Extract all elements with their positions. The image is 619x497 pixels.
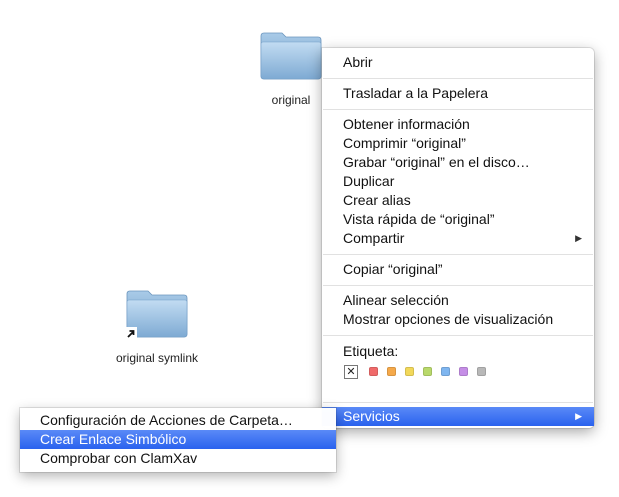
menu-item-burn-to-disc[interactable]: Grabar “original” en el disco… [322, 153, 594, 172]
menu-separator [323, 109, 593, 110]
menu-separator [323, 402, 593, 403]
label-orange-swatch[interactable] [387, 367, 396, 376]
services-item-folder-actions[interactable]: Configuración de Acciones de Carpeta… [20, 411, 336, 430]
label-heading: Etiqueta: [343, 343, 399, 359]
menu-item-label: Compartir [343, 230, 405, 246]
submenu-arrow-icon: ▶ [575, 411, 582, 421]
label-none-swatch[interactable]: ✕ [344, 365, 358, 379]
menu-item-get-info[interactable]: Obtener información [322, 115, 594, 134]
menu-item-open[interactable]: Abrir [322, 53, 594, 72]
alias-arrow-icon [125, 326, 137, 344]
services-item-clamxav-scan[interactable]: Comprobar con ClamXav [20, 449, 336, 468]
menu-item-make-alias[interactable]: Crear alias [322, 191, 594, 210]
icon-label: original [271, 93, 311, 107]
menu-item-copy[interactable]: Copiar “original” [322, 260, 594, 279]
submenu-arrow-icon: ▶ [575, 233, 582, 243]
desktop-icon-original[interactable]: original [258, 30, 326, 110]
services-submenu: Configuración de Acciones de Carpeta… Cr… [20, 408, 336, 472]
menu-item-duplicate[interactable]: Duplicar [322, 172, 594, 191]
menu-item-compress[interactable]: Comprimir “original” [322, 134, 594, 153]
menu-item-move-to-trash[interactable]: Trasladar a la Papelera [322, 84, 594, 103]
menu-separator [323, 254, 593, 255]
icon-label: original symlink [115, 351, 199, 365]
menu-separator [323, 335, 593, 336]
folder-icon [258, 30, 324, 87]
menu-item-services[interactable]: Servicios ▶ [322, 407, 594, 426]
desktop-icon-original-symlink[interactable]: original symlink [116, 288, 198, 368]
services-item-create-symlink[interactable]: Crear Enlace Simbólico [20, 430, 336, 449]
menu-item-label: Servicios [343, 408, 400, 424]
menu-item-show-view-options[interactable]: Mostrar opciones de visualización [322, 310, 594, 329]
menu-item-align-selection[interactable]: Alinear selección [322, 291, 594, 310]
label-blue-swatch[interactable] [441, 367, 450, 376]
menu-separator [323, 285, 593, 286]
menu-item-share[interactable]: Compartir ▶ [322, 229, 594, 248]
context-menu: Abrir Trasladar a la Papelera Obtener in… [322, 48, 594, 428]
label-yellow-swatch[interactable] [405, 367, 414, 376]
menu-separator [323, 78, 593, 79]
label-red-swatch[interactable] [369, 367, 378, 376]
label-gray-swatch[interactable] [477, 367, 486, 376]
menu-item-quick-look[interactable]: Vista rápida de “original” [322, 210, 594, 229]
label-purple-swatch[interactable] [459, 367, 468, 376]
label-green-swatch[interactable] [423, 367, 432, 376]
